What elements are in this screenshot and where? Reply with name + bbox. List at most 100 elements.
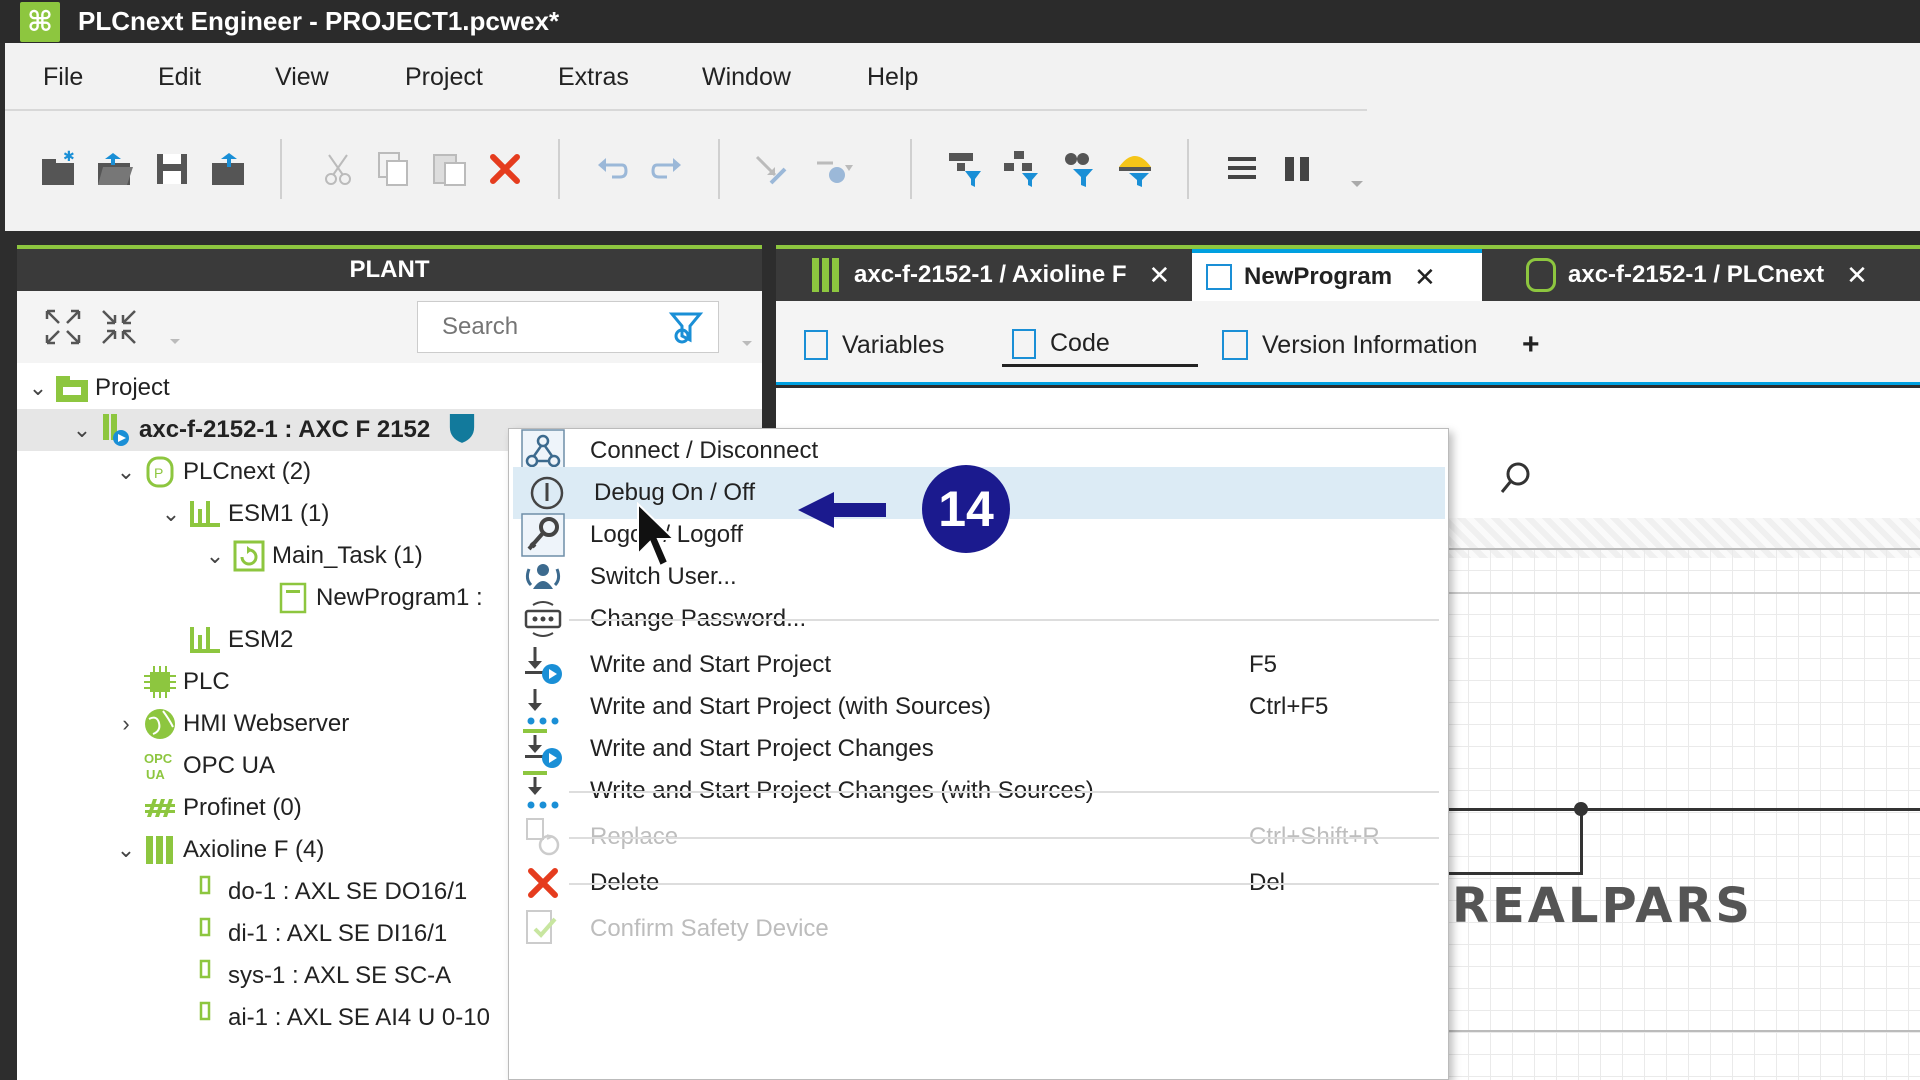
plc-chip-icon: [143, 666, 177, 698]
delete-toolbar-icon[interactable]: [483, 147, 527, 191]
tree-item-label: axc-f-2152-1 : AXC F 2152: [139, 416, 431, 443]
close-tab-icon[interactable]: ✕: [1414, 262, 1436, 293]
module-icon: [188, 1001, 222, 1034]
toolbar-separator: [280, 139, 282, 199]
close-tab-icon[interactable]: ✕: [1149, 260, 1171, 291]
toolbar-separator: [1187, 139, 1189, 199]
context-menu-item-label: Write and Start Project Changes: [590, 735, 934, 762]
context-menu-shortcut: Ctrl+F5: [1249, 693, 1329, 720]
collapse-caret-icon[interactable]: ⌄: [160, 501, 182, 527]
expand-caret-icon[interactable]: ›: [115, 711, 137, 737]
columns-view-icon[interactable]: [1275, 147, 1319, 191]
context-menu-item: Confirm Safety Device: [509, 903, 1450, 955]
undo-icon[interactable]: [590, 147, 634, 191]
context-menu-separator: [569, 791, 1439, 793]
copy-icon[interactable]: [371, 147, 415, 191]
tools-dropdown-icon[interactable]: [167, 331, 183, 352]
cut-icon[interactable]: [317, 147, 361, 191]
filter-hierarchy-icon[interactable]: [1000, 147, 1044, 191]
search-dropdown-icon[interactable]: [739, 333, 755, 354]
redo-icon[interactable]: [645, 147, 689, 191]
menu-edit[interactable]: Edit: [158, 63, 201, 92]
safety-shield-icon: [448, 412, 476, 449]
tree-item-label: Axioline F (4): [183, 836, 325, 863]
filter-tag-icon[interactable]: [1057, 147, 1101, 191]
context-menu-separator: [569, 619, 1439, 621]
safety-confirm-icon: [521, 907, 565, 951]
tab-newprogram[interactable]: NewProgram ✕: [1192, 249, 1482, 301]
online-dropdown-icon[interactable]: [811, 147, 855, 191]
svg-text:✱: ✱: [63, 149, 75, 164]
mouse-cursor-icon: [637, 502, 677, 568]
module-icon: [188, 875, 222, 908]
subtab-variables[interactable]: Variables: [804, 323, 944, 367]
tree-item-label: PLC: [183, 668, 230, 695]
editor-tab-bar: axc-f-2152-1 / Axioline F ✕ NewProgram ✕…: [776, 245, 1920, 301]
list-view-icon[interactable]: [1220, 147, 1264, 191]
tab-plcnext[interactable]: axc-f-2152-1 / PLCnext ✕: [1526, 249, 1868, 301]
menu-file[interactable]: File: [43, 63, 83, 92]
delete-icon: [521, 861, 565, 905]
main-toolbar: ✱: [5, 111, 1920, 231]
editor-subtabs: Variables Code Version Information +: [776, 301, 1920, 385]
plcnext-icon: P: [143, 456, 177, 488]
tree-item[interactable]: ⌄ Project: [17, 367, 762, 409]
collapse-all-icon[interactable]: [97, 305, 141, 349]
toolbar-overflow-icon[interactable]: [1345, 147, 1369, 191]
filter-tree-icon[interactable]: [943, 147, 987, 191]
collapse-caret-icon[interactable]: ⌄: [204, 543, 226, 569]
subtab-label: Variables: [842, 330, 945, 359]
ladder-grid[interactable]: [1446, 548, 1920, 1080]
context-menu-shortcut: F5: [1249, 651, 1278, 678]
context-menu-item-label: Connect / Disconnect: [590, 437, 819, 464]
subtab-code[interactable]: Code: [1002, 323, 1198, 367]
tab-label: axc-f-2152-1 / Axioline F: [854, 261, 1127, 288]
menu-window[interactable]: Window: [702, 63, 791, 92]
plant-toolbar: [17, 291, 762, 363]
paste-icon[interactable]: [427, 147, 471, 191]
search-input[interactable]: [442, 313, 662, 341]
toolbar-separator: [558, 139, 560, 199]
module-icon: [188, 959, 222, 992]
esm-icon: [188, 498, 222, 530]
tab-axioline[interactable]: axc-f-2152-1 / Axioline F ✕: [812, 249, 1170, 301]
svg-text:OPC: OPC: [144, 751, 173, 766]
search-filter-icon[interactable]: [668, 310, 704, 351]
svg-text:UA: UA: [146, 767, 165, 782]
context-menu-item-label: Confirm Safety Device: [590, 915, 829, 942]
tree-item-label: OPC UA: [183, 752, 276, 779]
expand-all-icon[interactable]: [41, 305, 85, 349]
collapse-caret-icon[interactable]: ⌄: [115, 837, 137, 863]
collapse-caret-icon[interactable]: ⌄: [115, 459, 137, 485]
context-menu-separator: [569, 837, 1439, 839]
collapse-caret-icon[interactable]: ⌄: [71, 417, 93, 443]
filter-safety-icon[interactable]: [1113, 147, 1157, 191]
program-tab-icon: [1206, 264, 1232, 290]
tree-item-label: HMI Webserver: [183, 710, 350, 737]
save-archive-icon[interactable]: [207, 147, 251, 191]
tree-item-label: ai-1 : AXL SE AI4 U 0-10: [228, 1004, 490, 1031]
search-code-icon[interactable]: [1498, 460, 1554, 502]
subtab-label: Version Information: [1262, 330, 1478, 359]
globe-icon: [143, 708, 177, 740]
open-project-icon[interactable]: [93, 147, 137, 191]
menu-extras[interactable]: Extras: [558, 63, 629, 92]
search-box[interactable]: [417, 301, 719, 353]
menu-help[interactable]: Help: [867, 63, 918, 92]
collapse-caret-icon[interactable]: ⌄: [27, 375, 49, 401]
write-arrow-icon[interactable]: [749, 147, 793, 191]
annotation-arrow-icon: [798, 492, 886, 528]
new-project-icon[interactable]: ✱: [37, 147, 81, 191]
tree-item-label: Profinet (0): [183, 794, 302, 821]
tree-item-label: PLCnext (2): [183, 458, 312, 485]
subtab-version-information[interactable]: Version Information: [1222, 323, 1477, 367]
password-icon: [521, 597, 565, 641]
menu-view[interactable]: View: [275, 63, 329, 92]
close-tab-icon[interactable]: ✕: [1846, 260, 1868, 291]
toolbar-separator: [910, 139, 912, 199]
tree-item-label: Main_Task (1): [272, 542, 423, 569]
menu-project[interactable]: Project: [405, 63, 483, 92]
menu-bar: File Edit View Project Extras Window Hel…: [5, 43, 1920, 111]
save-icon[interactable]: [150, 147, 194, 191]
add-tab-button[interactable]: +: [1522, 323, 1540, 367]
